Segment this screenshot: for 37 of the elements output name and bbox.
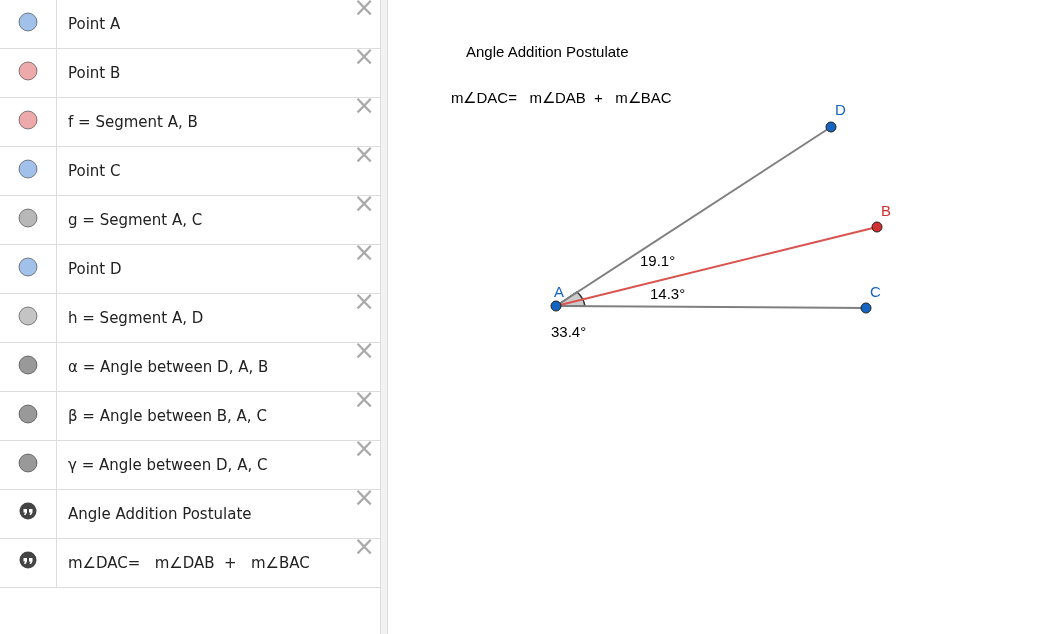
algebra-entry[interactable]: Point B <box>68 61 121 85</box>
algebra-entry[interactable]: α = Angle between D, A, B <box>68 355 269 379</box>
quote-icon[interactable] <box>19 502 37 520</box>
point-label: C <box>870 283 881 300</box>
point-marker[interactable] <box>871 221 883 233</box>
point-marker[interactable] <box>860 302 872 314</box>
point-marker[interactable] <box>550 300 562 312</box>
visibility-toggle-icon[interactable] <box>18 306 38 326</box>
canvas-title: Angle Addition Postulate <box>466 43 629 60</box>
algebra-entry[interactable]: m∠DAC= m∠DAB + m∠BAC <box>68 551 310 575</box>
visibility-toggle-icon[interactable] <box>18 404 38 424</box>
visibility-toggle-icon[interactable] <box>18 453 38 473</box>
visibility-toggle-icon[interactable] <box>18 110 38 130</box>
algebra-entry[interactable]: Point D <box>68 257 122 281</box>
point-marker[interactable] <box>825 121 837 133</box>
quote-icon[interactable] <box>19 551 37 569</box>
point-label: D <box>835 101 846 118</box>
angle-label: 14.3° <box>650 285 686 302</box>
angle-label: 33.4° <box>551 323 587 340</box>
algebra-entry[interactable]: Point A <box>68 12 121 36</box>
visibility-toggle-icon[interactable] <box>18 257 38 277</box>
algebra-entry[interactable]: h = Segment A, D <box>68 306 204 330</box>
visibility-toggle-icon[interactable] <box>18 12 38 32</box>
point-label: B <box>881 202 891 219</box>
algebra-entry[interactable]: f = Segment A, B <box>68 110 198 134</box>
point-label: A <box>554 283 564 300</box>
algebra-entry[interactable]: Angle Addition Postulate <box>68 502 252 526</box>
algebra-entry[interactable]: γ = Angle between D, A, C <box>68 453 268 477</box>
angle-label: 19.1° <box>640 252 676 269</box>
visibility-toggle-icon[interactable] <box>18 61 38 81</box>
visibility-toggle-icon[interactable] <box>18 208 38 228</box>
equation-text: m∠DAC= m∠DAB + m∠BAC <box>451 89 672 106</box>
visibility-toggle-icon[interactable] <box>18 355 38 375</box>
algebra-entry[interactable]: β = Angle between B, A, C <box>68 404 267 428</box>
visibility-toggle-icon[interactable] <box>18 159 38 179</box>
algebra-entry[interactable]: g = Segment A, C <box>68 208 203 232</box>
algebra-entry[interactable]: Point C <box>68 159 121 183</box>
